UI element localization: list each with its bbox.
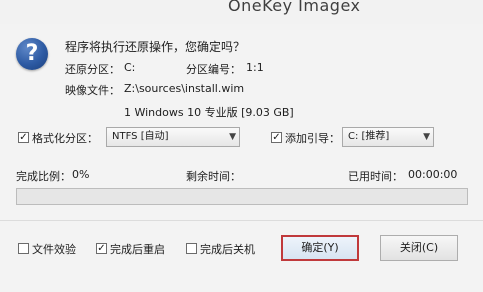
footer-separator	[0, 220, 483, 221]
dialog-body: ? 程序将执行还原操作，您确定吗？ 还原分区： C: 分区编号： 1:1 映像文…	[0, 24, 483, 292]
percent-label: 完成比例：	[16, 170, 71, 183]
confirm-question: 程序将执行还原操作，您确定吗？	[65, 40, 246, 54]
format-select-value: NTFS [自动]	[112, 131, 169, 142]
boot-select-value: C: [推荐]	[348, 131, 390, 142]
format-select[interactable]: NTFS [自动] ▼	[106, 127, 240, 147]
verify-checkbox[interactable]	[18, 243, 29, 254]
chevron-down-icon: ▼	[423, 132, 430, 142]
chevron-down-icon: ▼	[229, 132, 236, 142]
restore-partition-label: 还原分区：	[65, 63, 120, 76]
format-checkbox[interactable]: ✓	[18, 132, 29, 143]
elapsed-label: 已用时间：	[348, 170, 403, 183]
verify-label: 文件效验	[32, 243, 76, 256]
window-title: OneKey Imagex	[228, 0, 361, 15]
remaining-label: 剩余时间：	[186, 170, 241, 183]
image-detail: 1 Windows 10 专业版 [9.03 GB]	[124, 106, 294, 119]
boot-select[interactable]: C: [推荐] ▼	[342, 127, 434, 147]
boot-checkbox[interactable]: ✓	[271, 132, 282, 143]
image-file-value: Z:\sources\install.wim	[124, 82, 245, 95]
shutdown-label: 完成后关机	[200, 243, 255, 256]
partition-number-value: 1:1	[246, 61, 264, 74]
elapsed-value: 00:00:00	[408, 168, 458, 181]
format-label: 格式化分区：	[32, 132, 98, 145]
question-icon: ?	[16, 38, 48, 70]
percent-value: 0%	[72, 168, 90, 181]
ok-button[interactable]: 确定(Y)	[281, 235, 359, 261]
reboot-checkbox[interactable]: ✓	[96, 243, 107, 254]
boot-label: 添加引导：	[285, 132, 340, 145]
close-button[interactable]: 关闭(C)	[380, 235, 458, 261]
restore-partition-value: C:	[124, 61, 136, 74]
shutdown-checkbox[interactable]	[186, 243, 197, 254]
progress-bar	[16, 188, 468, 205]
title-bar: OneKey Imagex	[0, 0, 483, 25]
image-file-label: 映像文件：	[65, 84, 120, 97]
reboot-label: 完成后重启	[110, 243, 165, 256]
partition-number-label: 分区编号：	[186, 63, 241, 76]
